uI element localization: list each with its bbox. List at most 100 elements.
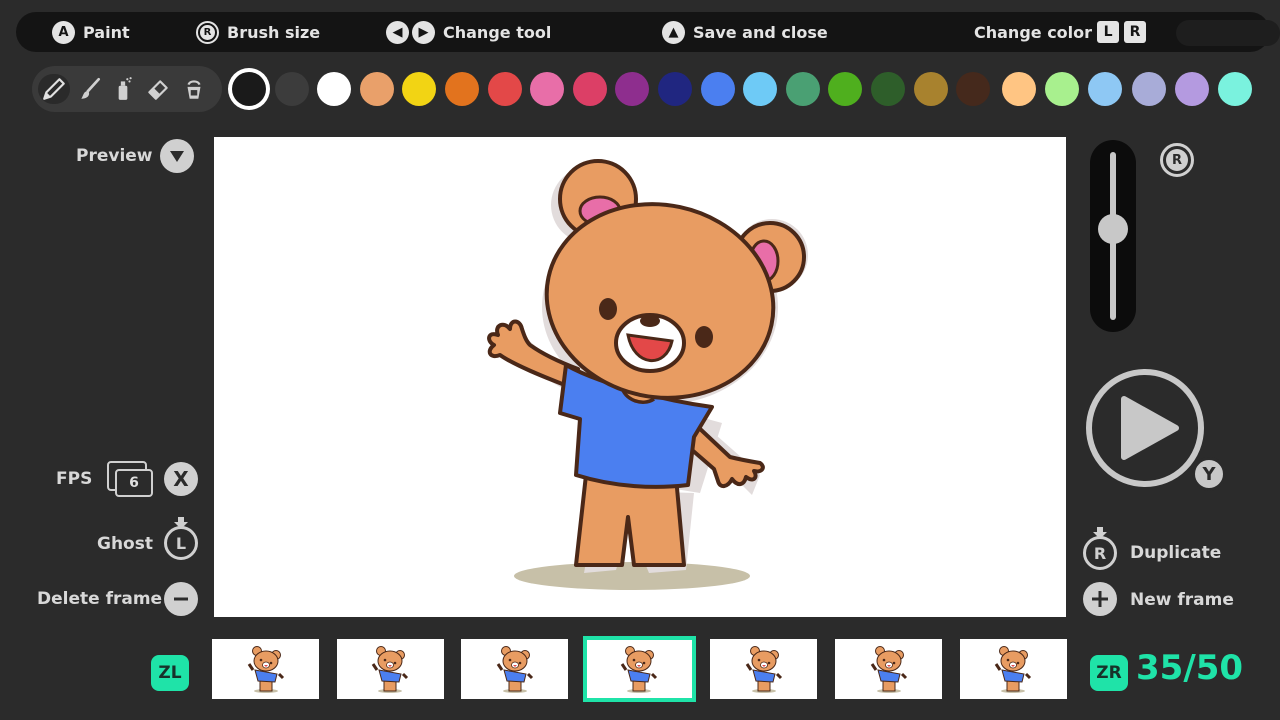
color-swatch[interactable]	[1045, 72, 1080, 106]
delete-frame-label: Delete frame	[37, 589, 163, 609]
hint-brush-size-label: Brush size	[227, 22, 321, 42]
l-key-icon: L	[1097, 21, 1120, 43]
frame-thumbnail-current[interactable]	[582, 636, 696, 702]
zl-button-icon[interactable]: ZL	[151, 655, 189, 691]
slider-thumb[interactable]	[1098, 214, 1128, 245]
frame-bear-thumbnail	[621, 646, 658, 693]
fps-label: FPS	[56, 469, 93, 489]
fps-value-box[interactable]: 6	[107, 461, 153, 497]
press-down-arrow-icon	[174, 517, 188, 529]
color-swatch[interactable]	[913, 72, 948, 106]
minus-icon	[174, 597, 188, 601]
frame-bear-thumbnail	[870, 646, 907, 693]
color-swatch[interactable]	[743, 72, 778, 106]
frame-thumbnail[interactable]	[835, 639, 942, 699]
bear-drawing	[487, 159, 808, 590]
drawing-canvas[interactable]	[214, 137, 1066, 617]
new-frame-label: New frame	[1130, 590, 1234, 610]
plus-icon	[1092, 591, 1108, 607]
r-stick-button: R	[1160, 143, 1194, 177]
bucket-tool[interactable]	[178, 74, 210, 104]
hint-save-close-label: Save and close	[693, 22, 828, 42]
frame-thumbnail[interactable]	[461, 639, 569, 699]
dpad-up-icon: ▲	[662, 20, 685, 44]
spray-icon	[118, 77, 132, 100]
color-swatch[interactable]	[1088, 72, 1123, 106]
frame-bear-thumbnail	[745, 646, 782, 693]
color-swatch[interactable]	[232, 72, 266, 106]
pencil-icon	[43, 78, 65, 100]
r-stick-label: R	[1166, 149, 1188, 171]
hint-brush-size: R Brush size	[196, 12, 320, 52]
dpad-left-icon: ◀	[386, 20, 409, 44]
a-button-icon: A	[52, 20, 75, 44]
ghost-label: Ghost	[97, 534, 153, 554]
color-swatch[interactable]	[359, 72, 394, 106]
play-icon	[1121, 396, 1179, 460]
frame-counter: 35/50	[1136, 648, 1244, 688]
frame-bear-thumbnail	[371, 646, 409, 693]
l-stick-label: L	[175, 533, 187, 553]
hint-paint: A Paint	[52, 12, 130, 52]
bucket-icon	[187, 80, 201, 99]
dpad-right-icon: ▶	[412, 20, 435, 44]
color-swatch[interactable]	[956, 72, 991, 106]
hint-change-color-label: Change color	[974, 22, 1093, 42]
color-swatch[interactable]	[445, 72, 479, 106]
r-key-icon: R	[1124, 21, 1147, 43]
hint-save-close: ▲ Save and close	[662, 12, 828, 52]
frame-thumbnail[interactable]	[212, 639, 319, 699]
color-swatch[interactable]	[317, 72, 352, 106]
color-swatch[interactable]	[572, 72, 607, 106]
zr-button-icon[interactable]: ZR	[1090, 655, 1128, 691]
press-down-arrow-icon	[1093, 527, 1107, 539]
eraser-icon	[148, 80, 168, 100]
play-button[interactable]	[1086, 369, 1204, 487]
r-stick-press-label: R	[1093, 543, 1107, 563]
brush-tool[interactable]	[74, 74, 106, 104]
preview-label: Preview	[76, 146, 153, 166]
preview-toggle-button[interactable]	[160, 139, 194, 173]
eraser-tool[interactable]	[142, 74, 174, 104]
color-swatch[interactable]	[700, 72, 735, 106]
brush-icon	[81, 77, 101, 99]
hint-change-tool-label: Change tool	[443, 22, 552, 42]
r-stick-icon: R	[196, 20, 219, 44]
color-swatch[interactable]	[615, 72, 650, 106]
ghost-button[interactable]: L	[164, 517, 198, 560]
color-swatch[interactable]	[1174, 72, 1209, 106]
color-swatch[interactable]	[828, 72, 863, 106]
frame-bear-thumbnail	[247, 646, 284, 693]
hint-paint-label: Paint	[83, 22, 130, 42]
hint-change-color: Change color L R	[974, 12, 1147, 52]
triangle-down-icon	[170, 151, 184, 162]
color-swatch[interactable]	[487, 72, 522, 106]
color-swatch[interactable]	[530, 72, 565, 106]
color-swatch[interactable]	[658, 72, 692, 106]
delete-frame-button[interactable]	[164, 582, 198, 616]
color-swatch[interactable]	[1131, 72, 1166, 106]
duplicate-button[interactable]: R	[1083, 527, 1117, 570]
duplicate-label: Duplicate	[1130, 543, 1222, 563]
brush-size-slider[interactable]	[1090, 140, 1136, 332]
y-button-icon: Y	[1192, 457, 1226, 491]
color-swatch[interactable]	[871, 72, 905, 106]
frame-thumbnail[interactable]	[336, 639, 444, 699]
color-swatch[interactable]	[1218, 72, 1252, 106]
color-swatch[interactable]	[402, 72, 437, 106]
pencil-tool[interactable]	[38, 74, 70, 104]
fps-value: 6	[115, 469, 153, 497]
x-button-icon[interactable]: X	[164, 462, 198, 496]
control-hint-bar: A Paint R Brush size ◀ ▶ Change tool ▲ S…	[16, 12, 1280, 52]
frame-bear-thumbnail	[496, 646, 533, 693]
color-swatch[interactable]	[1002, 72, 1036, 106]
new-frame-button[interactable]	[1083, 582, 1117, 616]
frame-thumbnail[interactable]	[710, 639, 818, 699]
tool-group	[32, 66, 222, 112]
spray-tool[interactable]	[107, 74, 139, 104]
frame-thumbnail[interactable]	[959, 639, 1067, 699]
color-swatch[interactable]	[785, 72, 820, 106]
frame-bear-thumbnail	[994, 646, 1032, 693]
color-swatch[interactable]	[274, 72, 309, 106]
current-color-preview	[1176, 20, 1280, 46]
